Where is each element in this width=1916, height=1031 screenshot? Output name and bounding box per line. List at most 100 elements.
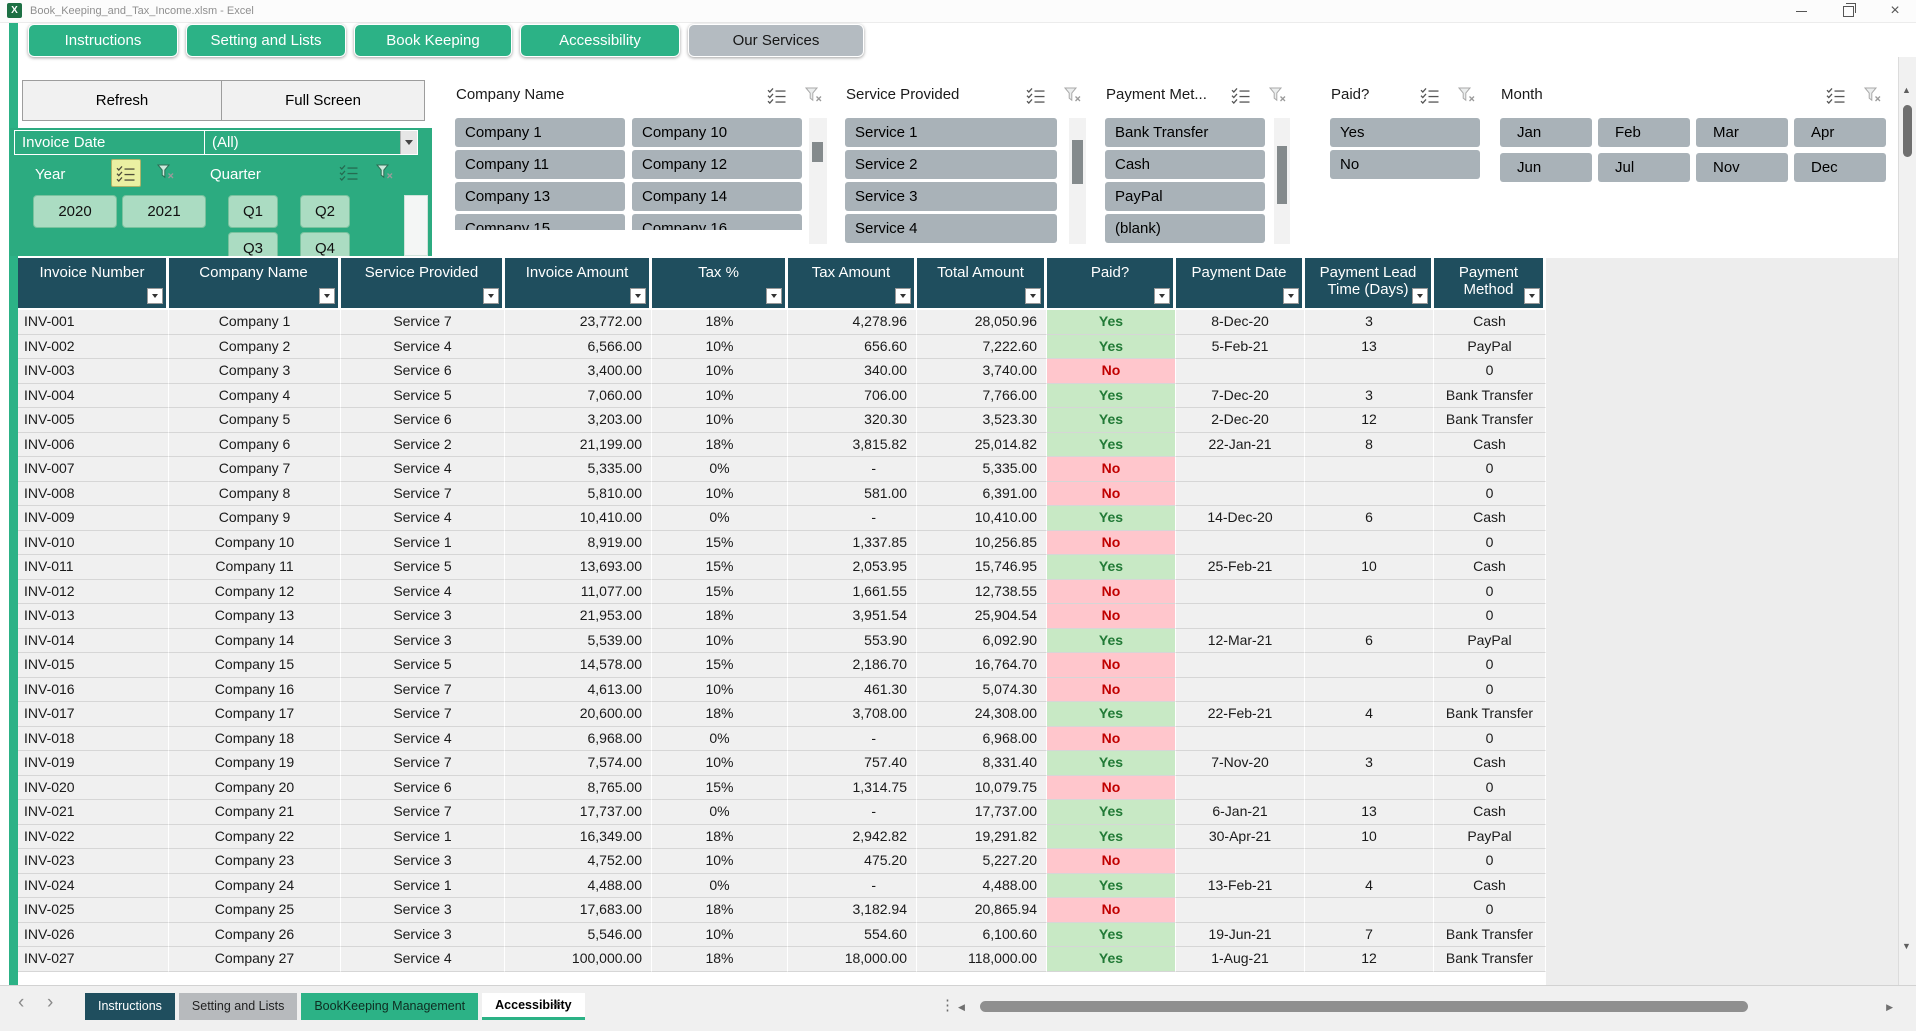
table-cell[interactable] xyxy=(1305,604,1434,629)
clear-filter-icon[interactable] xyxy=(1269,87,1287,108)
table-cell[interactable]: Yes xyxy=(1047,506,1176,531)
table-cell[interactable]: Service 5 xyxy=(341,555,505,580)
table-cell[interactable]: Yes xyxy=(1047,702,1176,727)
table-cell[interactable]: 7,222.60 xyxy=(917,335,1047,360)
table-cell[interactable]: 5,335.00 xyxy=(505,457,652,482)
table-cell[interactable]: 18% xyxy=(652,825,788,850)
add-sheet-button[interactable]: + xyxy=(552,995,562,1015)
table-cell[interactable]: No xyxy=(1047,653,1176,678)
table-cell[interactable]: PayPal xyxy=(1434,335,1546,360)
table-cell[interactable] xyxy=(1176,653,1305,678)
table-cell[interactable]: Service 5 xyxy=(341,653,505,678)
slicer-item-mar[interactable]: Mar xyxy=(1696,118,1788,147)
timeline-quarter-q3[interactable]: Q3 xyxy=(228,232,278,256)
table-cell[interactable]: 0 xyxy=(1434,727,1546,752)
table-cell[interactable] xyxy=(1305,653,1434,678)
slicer-item-feb[interactable]: Feb xyxy=(1598,118,1690,147)
column-filter-button[interactable] xyxy=(895,288,911,304)
table-cell[interactable]: Service 6 xyxy=(341,359,505,384)
horizontal-scrollbar[interactable]: ◀ ▶ xyxy=(958,999,1893,1014)
table-cell[interactable]: 5,227.20 xyxy=(917,849,1047,874)
table-cell[interactable]: 0% xyxy=(652,727,788,752)
nav-button-accessibility[interactable]: Accessibility xyxy=(520,24,680,57)
slicer-item-service-3[interactable]: Service 3 xyxy=(845,182,1057,211)
column-header-service-provided[interactable]: Service Provided xyxy=(341,258,505,310)
table-cell[interactable] xyxy=(1176,531,1305,556)
table-cell[interactable]: 10% xyxy=(652,923,788,948)
table-cell[interactable]: Service 7 xyxy=(341,678,505,703)
table-cell[interactable] xyxy=(1176,604,1305,629)
table-cell[interactable]: Company 5 xyxy=(169,408,341,433)
table-cell[interactable]: Company 24 xyxy=(169,874,341,899)
table-cell[interactable]: 118,000.00 xyxy=(917,947,1047,972)
table-cell[interactable]: Service 5 xyxy=(341,384,505,409)
table-cell[interactable]: 21,953.00 xyxy=(505,604,652,629)
table-cell[interactable]: Yes xyxy=(1047,629,1176,654)
table-cell[interactable]: 24,308.00 xyxy=(917,702,1047,727)
table-cell[interactable]: INV-002 xyxy=(18,335,169,360)
table-cell[interactable]: 17,683.00 xyxy=(505,898,652,923)
table-cell[interactable]: Bank Transfer xyxy=(1434,947,1546,972)
table-cell[interactable]: Company 3 xyxy=(169,359,341,384)
restore-button[interactable] xyxy=(1827,0,1869,22)
table-cell[interactable]: Service 4 xyxy=(341,457,505,482)
table-cell[interactable]: INV-011 xyxy=(18,555,169,580)
sheet-tab-bookkeeping-management[interactable]: BookKeeping Management xyxy=(301,993,478,1020)
table-cell[interactable]: Company 16 xyxy=(169,678,341,703)
column-filter-button[interactable] xyxy=(1283,288,1299,304)
table-cell[interactable]: 3,400.00 xyxy=(505,359,652,384)
timeline-quarter-q1[interactable]: Q1 xyxy=(228,195,278,228)
table-cell[interactable]: INV-026 xyxy=(18,923,169,948)
table-cell[interactable]: Company 21 xyxy=(169,800,341,825)
table-cell[interactable]: Company 25 xyxy=(169,898,341,923)
table-cell[interactable]: - xyxy=(788,800,917,825)
table-cell[interactable]: 5-Feb-21 xyxy=(1176,335,1305,360)
column-header-total-amount[interactable]: Total Amount xyxy=(917,258,1047,310)
horizontal-scroll-thumb[interactable] xyxy=(980,1001,1748,1012)
slicer-scrollbar[interactable] xyxy=(1069,118,1086,244)
table-cell[interactable]: 19,291.82 xyxy=(917,825,1047,850)
full-screen-button[interactable]: Full Screen xyxy=(221,80,425,121)
table-cell[interactable]: 10% xyxy=(652,629,788,654)
table-cell[interactable]: 6-Jan-21 xyxy=(1176,800,1305,825)
table-cell[interactable]: 10,256.85 xyxy=(917,531,1047,556)
table-cell[interactable]: 10% xyxy=(652,359,788,384)
table-cell[interactable]: 0 xyxy=(1434,580,1546,605)
table-cell[interactable]: 10 xyxy=(1305,555,1434,580)
slicer-item-paypal[interactable]: PayPal xyxy=(1105,182,1265,211)
table-cell[interactable]: 4,752.00 xyxy=(505,849,652,874)
table-cell[interactable]: 23,772.00 xyxy=(505,310,652,335)
table-cell[interactable]: 10 xyxy=(1305,825,1434,850)
column-filter-button[interactable] xyxy=(483,288,499,304)
table-cell[interactable]: 3,708.00 xyxy=(788,702,917,727)
table-cell[interactable]: Bank Transfer xyxy=(1434,702,1546,727)
slicer-item-no[interactable]: No xyxy=(1330,150,1480,179)
table-cell[interactable]: Cash xyxy=(1434,555,1546,580)
table-cell[interactable]: Cash xyxy=(1434,751,1546,776)
table-cell[interactable]: 0% xyxy=(652,457,788,482)
quarter-multi-select-icon[interactable] xyxy=(336,159,362,185)
column-header-company-name[interactable]: Company Name xyxy=(169,258,341,310)
table-cell[interactable]: 10% xyxy=(652,408,788,433)
table-cell[interactable] xyxy=(1305,580,1434,605)
table-cell[interactable]: - xyxy=(788,874,917,899)
quarter-clear-filter-icon[interactable] xyxy=(372,159,398,185)
sheet-tab-instructions[interactable]: Instructions xyxy=(85,993,175,1020)
table-cell[interactable]: Service 4 xyxy=(341,580,505,605)
table-cell[interactable]: Yes xyxy=(1047,923,1176,948)
table-cell[interactable]: 0 xyxy=(1434,457,1546,482)
slicer-item-company-15[interactable]: Company 15 xyxy=(455,214,625,230)
scrollbar-thumb[interactable] xyxy=(1277,146,1287,204)
table-cell[interactable]: Service 4 xyxy=(341,727,505,752)
clear-filter-icon[interactable] xyxy=(1458,87,1476,108)
table-cell[interactable]: Company 23 xyxy=(169,849,341,874)
table-cell[interactable]: Company 17 xyxy=(169,702,341,727)
table-cell[interactable]: Service 3 xyxy=(341,898,505,923)
nav-button-instructions[interactable]: Instructions xyxy=(28,24,178,57)
table-cell[interactable] xyxy=(1305,457,1434,482)
table-cell[interactable]: INV-017 xyxy=(18,702,169,727)
scroll-down-icon[interactable]: ▼ xyxy=(1902,941,1911,951)
table-cell[interactable]: No xyxy=(1047,359,1176,384)
prev-sheet-icon[interactable]: ‹ xyxy=(18,992,24,1014)
minimize-button[interactable] xyxy=(1780,0,1822,22)
